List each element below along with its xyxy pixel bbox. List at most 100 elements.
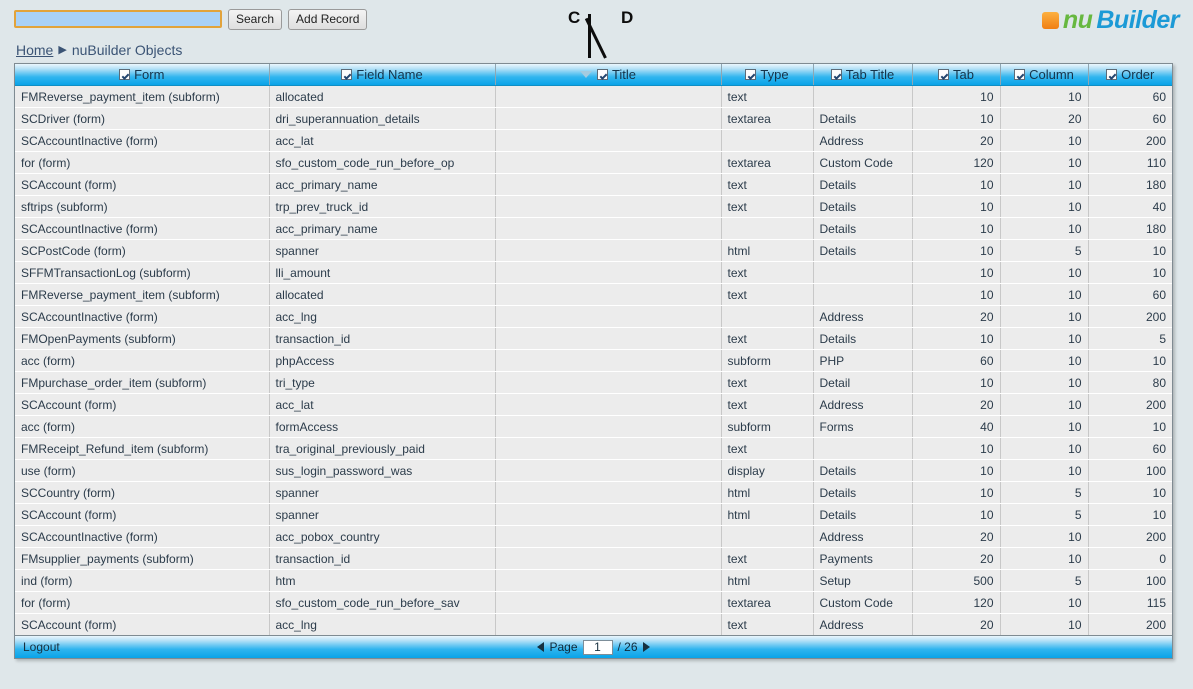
table-row[interactable]: FMOpenPayments (subform) transaction_id te… [15, 327, 1172, 350]
column-checkbox[interactable] [119, 69, 131, 80]
table-row[interactable]: FMsupplier_payments (subform) transaction… [15, 547, 1172, 570]
table-row[interactable]: acc (form) formAccess subform Forms 40 10 10 [15, 415, 1172, 438]
cell-title [495, 195, 722, 218]
cell-type: text [721, 327, 814, 350]
records-grid: Form Field Name Title Type Tab Title Tab Colum… [14, 63, 1173, 659]
column-checkbox[interactable] [830, 69, 842, 80]
cell-type: text [721, 547, 814, 570]
cell-type: textarea [721, 151, 814, 174]
cell-form: FMOpenPayments (subform) [15, 327, 270, 350]
table-row[interactable]: sftrips (subform) trp_prev_truck_id text De… [15, 195, 1172, 218]
column-header-inner: Field Name [270, 64, 495, 85]
add-record-button[interactable]: Add Record [288, 8, 368, 30]
search-button[interactable]: Search [228, 8, 283, 30]
column-header-order[interactable]: Order [1088, 64, 1172, 86]
cell-order: 10 [1088, 261, 1172, 284]
cell-type: subform [721, 415, 814, 438]
cell-field-name: acc_lat [269, 393, 496, 416]
table-row[interactable]: FMReceipt_Refund_item (subform) tra_origi… [15, 437, 1172, 460]
table-row[interactable]: for (form) sfo_custom_code_run_before_op t… [15, 151, 1172, 174]
cell-tab-title: Address [813, 613, 913, 635]
column-header-inner: Title [496, 64, 721, 85]
table-row[interactable]: SCAccount (form) spanner html Details 10 5 10 [15, 503, 1172, 526]
logout-link[interactable]: Logout [23, 640, 60, 654]
cell-tab: 10 [912, 107, 1001, 130]
table-row[interactable]: FMReverse_payment_item (subform) allocate… [15, 283, 1172, 306]
page-number-input[interactable] [582, 639, 613, 655]
cell-form: FMReverse_payment_item (subform) [15, 85, 270, 108]
cell-type [721, 129, 814, 152]
column-checkbox[interactable] [596, 69, 608, 80]
table-row[interactable]: FMReverse_payment_item (subform) allocate… [15, 85, 1172, 108]
table-row[interactable]: acc (form) phpAccess subform PHP 60 10 10 [15, 349, 1172, 372]
table-row[interactable]: FMpurchase_order_item (subform) tri_type t… [15, 371, 1172, 394]
column-header-title[interactable]: Title [495, 64, 722, 86]
table-row[interactable]: ind (form) htm html Setup 500 5 100 [15, 569, 1172, 592]
cell-field-name: allocated [269, 283, 496, 306]
column-header-column[interactable]: Column [1000, 64, 1089, 86]
cell-order: 100 [1088, 569, 1172, 592]
column-header-tab-title[interactable]: Tab Title [813, 64, 913, 86]
cell-field-name: sus_login_password_was [269, 459, 496, 482]
cell-tab-title [813, 437, 913, 460]
cell-title [495, 349, 722, 372]
cell-tab-title: Details [813, 107, 913, 130]
table-row[interactable]: for (form) sfo_custom_code_run_before_sav… [15, 591, 1172, 614]
table-row[interactable]: SCDriver (form) dri_superannuation_detail… [15, 107, 1172, 130]
column-checkbox[interactable] [341, 69, 353, 80]
search-input[interactable] [14, 10, 222, 28]
sort-descending-icon[interactable] [579, 71, 592, 78]
column-header-field-name[interactable]: Field Name [269, 64, 496, 86]
table-row[interactable]: SCAccount (form) acc_lng text Address 20 10 20… [15, 613, 1172, 635]
table-row[interactable]: SCAccountInactive (form) acc_lat Address 20… [15, 129, 1172, 152]
cell-tab: 10 [912, 327, 1001, 350]
column-checkbox[interactable] [745, 69, 757, 80]
table-row[interactable]: SCAccountInactive (form) acc_pobox_countr… [15, 525, 1172, 548]
breadcrumb-home-link[interactable]: Home [16, 42, 53, 58]
column-header-form[interactable]: Form [15, 64, 270, 86]
cell-order: 0 [1088, 547, 1172, 570]
pagination-control: Page / 26 [519, 639, 669, 655]
column-checkbox[interactable] [938, 69, 950, 80]
cell-tab: 40 [912, 415, 1001, 438]
column-header-type[interactable]: Type [721, 64, 814, 86]
cell-column: 20 [1000, 107, 1089, 130]
cell-form: SCAccount (form) [15, 613, 270, 635]
cell-title [495, 173, 722, 196]
cell-title [495, 129, 722, 152]
cell-field-name: spanner [269, 481, 496, 504]
cell-field-name: sfo_custom_code_run_before_sav [269, 591, 496, 614]
previous-page-icon[interactable] [537, 642, 545, 652]
cell-column: 10 [1000, 591, 1089, 614]
cell-field-name: trp_prev_truck_id [269, 195, 496, 218]
column-header-inner: Order [1089, 64, 1173, 85]
table-row[interactable]: SCCountry (form) spanner html Details 10 5 10 [15, 481, 1172, 504]
table-row[interactable]: SCAccount (form) acc_primary_name text Deta… [15, 173, 1172, 196]
column-checkbox[interactable] [1106, 69, 1118, 80]
cell-title [495, 151, 722, 174]
cell-tab: 500 [912, 569, 1001, 592]
cell-tab-title: Address [813, 525, 913, 548]
cell-tab: 20 [912, 305, 1001, 328]
cell-field-name: tra_original_previously_paid [269, 437, 496, 460]
table-row[interactable]: use (form) sus_login_password_was display D… [15, 459, 1172, 482]
table-row[interactable]: SCAccount (form) acc_lat text Address 20 10 20… [15, 393, 1172, 416]
table-row[interactable]: SCPostCode (form) spanner html Details 10 5 10 [15, 239, 1172, 262]
table-row[interactable]: SCAccountInactive (form) acc_lng Address 20… [15, 305, 1172, 328]
cell-type: text [721, 195, 814, 218]
column-checkbox[interactable] [1014, 69, 1026, 80]
table-row[interactable]: SFFMTransactionLog (subform) lli_amount te… [15, 261, 1172, 284]
column-header-tab[interactable]: Tab [912, 64, 1001, 86]
cell-order: 200 [1088, 129, 1172, 152]
column-header-label: Form [134, 67, 165, 82]
next-page-icon[interactable] [642, 642, 650, 652]
table-row[interactable]: SCAccountInactive (form) acc_primary_name… [15, 217, 1172, 240]
cell-tab: 20 [912, 613, 1001, 635]
cell-column: 5 [1000, 239, 1089, 262]
cell-tab: 20 [912, 393, 1001, 416]
header-row: Form Field Name Title Type Tab Title Tab Colum… [15, 64, 1172, 86]
cell-column: 5 [1000, 569, 1089, 592]
cell-column: 10 [1000, 261, 1089, 284]
cell-tab-title: Details [813, 459, 913, 482]
cell-column: 10 [1000, 393, 1089, 416]
